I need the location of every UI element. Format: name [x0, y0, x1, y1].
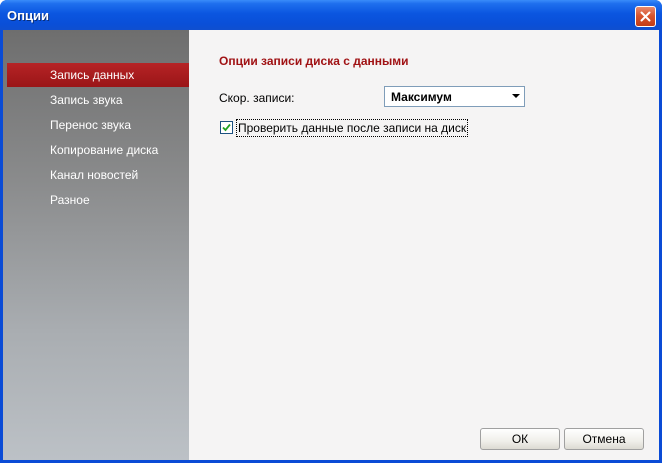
sidebar-item-news-feed[interactable]: Канал новостей [7, 163, 189, 187]
write-speed-select[interactable]: Максимум [384, 86, 525, 107]
title-bar[interactable]: Опции [0, 0, 662, 30]
close-icon [640, 11, 651, 22]
window-title: Опции [7, 8, 49, 23]
sidebar-item-data-burning[interactable]: Запись данных [7, 63, 189, 87]
sidebar-item-disc-copy[interactable]: Копирование диска [7, 138, 189, 162]
sidebar-item-audio-burning[interactable]: Запись звука [7, 88, 189, 112]
options-window: Опции Запись данных Запись звука Перенос… [0, 0, 662, 463]
dialog-client-area: Запись данных Запись звука Перенос звука… [3, 30, 659, 460]
options-sidebar: Запись данных Запись звука Перенос звука… [3, 30, 189, 460]
ok-button[interactable]: ОК [480, 428, 560, 450]
chevron-down-icon[interactable] [512, 94, 520, 98]
cancel-button[interactable]: Отмена [564, 428, 644, 450]
verify-checkbox-label[interactable]: Проверить данные после записи на диск [236, 119, 469, 137]
write-speed-value: Максимум [391, 90, 452, 104]
sidebar-item-misc[interactable]: Разное [7, 188, 189, 212]
verify-checkbox[interactable] [220, 121, 233, 134]
section-title: Опции записи диска с данными [219, 54, 409, 68]
checkmark-icon [222, 123, 231, 132]
sidebar-item-audio-ripping[interactable]: Перенос звука [7, 113, 189, 137]
close-button[interactable] [635, 6, 656, 27]
write-speed-label: Скор. записи: [219, 91, 295, 105]
